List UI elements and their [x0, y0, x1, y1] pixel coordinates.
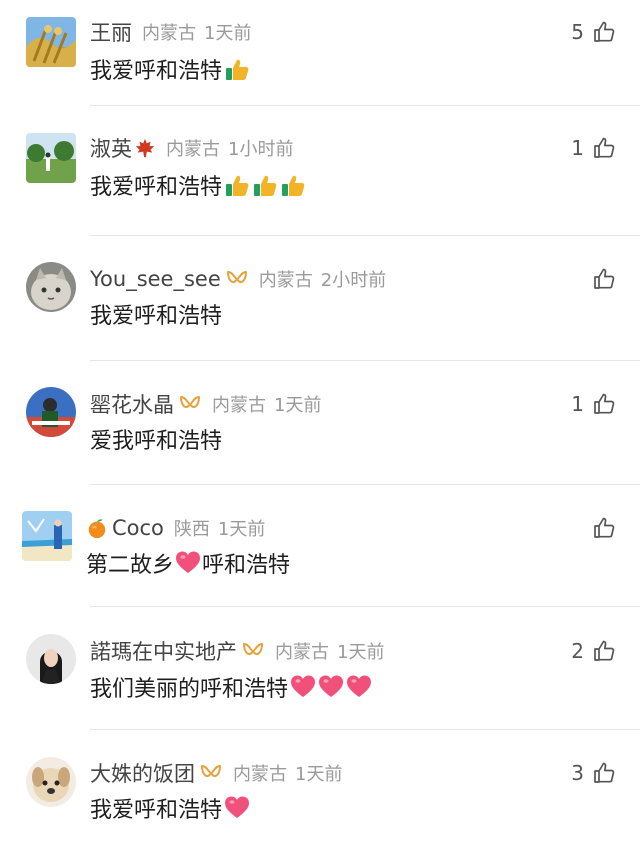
username[interactable]: You_see_see [90, 267, 221, 291]
comment-text[interactable]: 我爱呼和浩特 [90, 792, 250, 824]
like-count: 3 [571, 761, 584, 785]
thumbs-up-outline-icon [592, 639, 616, 663]
time-label: 2小时前 [320, 270, 387, 291]
divider [90, 484, 640, 485]
location-label: 内蒙古 [142, 23, 196, 44]
time-label: 1天前 [295, 764, 343, 785]
vip-badge-icon [225, 270, 249, 288]
thumbs-up-outline-icon [592, 392, 616, 416]
comment-text[interactable]: 我爱呼和浩特 [90, 169, 306, 201]
thumbs-up-outline-icon [592, 761, 616, 785]
avatar[interactable] [26, 757, 76, 807]
heart-icon [346, 674, 372, 700]
time-label: 1小时前 [228, 139, 294, 160]
location-label: 内蒙古 [166, 139, 220, 160]
username[interactable]: 王丽 [90, 17, 132, 47]
thumbs-up-outline-icon [592, 136, 616, 160]
thumbs-up-outline-icon [592, 267, 616, 291]
thumbs-up-outline-icon [592, 516, 616, 540]
username[interactable]: 罂花水晶 [90, 389, 174, 419]
comment-text[interactable]: 我爱呼和浩特 [90, 298, 222, 330]
like-button[interactable]: 5 [571, 17, 616, 47]
heart-icon [175, 550, 201, 576]
location-label: 内蒙古 [212, 395, 266, 416]
like-button[interactable] [584, 264, 616, 294]
maple-leaf-icon [134, 137, 156, 159]
username[interactable]: 淑英 [90, 133, 132, 163]
thumbs-up-icon [280, 172, 306, 198]
comment-text[interactable]: 我们美丽的呼和浩特 [90, 671, 372, 703]
thumbs-up-icon [224, 172, 250, 198]
avatar[interactable] [26, 17, 76, 67]
like-button[interactable] [584, 513, 616, 543]
time-label: 1天前 [204, 23, 252, 44]
divider [90, 360, 640, 361]
thumbs-up-icon [252, 172, 278, 198]
location-label: 陕西 [173, 519, 210, 540]
username[interactable]: 大姝的饭团 [90, 758, 195, 788]
comment-list: 王丽 内蒙古 1天前 我爱呼和浩特 5 淑英 内蒙古 1小时前 我爱呼和浩特 1… [0, 0, 640, 844]
like-count: 5 [571, 20, 584, 44]
username[interactable]: 諾瑪在中实地产 [90, 636, 237, 666]
comment-text[interactable]: 爱我呼和浩特 [90, 423, 222, 455]
like-button[interactable]: 2 [571, 636, 616, 666]
comment-text[interactable]: 第二故乡 呼和浩特 [86, 547, 290, 579]
time-label: 1天前 [337, 642, 385, 663]
time-label: 1天前 [274, 395, 322, 416]
divider [90, 729, 640, 730]
heart-icon [318, 674, 344, 700]
avatar[interactable] [26, 262, 76, 312]
heart-icon [290, 674, 316, 700]
avatar[interactable] [26, 387, 76, 437]
divider [90, 235, 640, 236]
heart-icon [224, 795, 250, 821]
comment-text[interactable]: 我爱呼和浩特 [90, 53, 250, 85]
vip-badge-icon [199, 764, 223, 782]
like-button[interactable]: 3 [571, 758, 616, 788]
like-count: 2 [571, 639, 584, 663]
username[interactable]: Coco [112, 516, 164, 540]
avatar[interactable] [26, 133, 76, 183]
thumbs-up-outline-icon [592, 20, 616, 44]
divider [90, 105, 640, 106]
like-button[interactable]: 1 [571, 133, 616, 163]
location-label: 内蒙古 [275, 642, 329, 663]
avatar[interactable] [26, 634, 76, 684]
avatar[interactable] [22, 511, 72, 561]
like-count: 1 [571, 392, 584, 416]
vip-badge-icon [178, 395, 202, 413]
vip-badge-icon [241, 642, 265, 660]
location-label: 内蒙古 [233, 764, 287, 785]
location-label: 内蒙古 [258, 270, 313, 291]
orange-icon [86, 517, 108, 539]
like-button[interactable]: 1 [571, 389, 616, 419]
divider [90, 606, 640, 607]
time-label: 1天前 [217, 519, 266, 540]
thumbs-up-icon [224, 56, 250, 82]
like-count: 1 [571, 136, 584, 160]
